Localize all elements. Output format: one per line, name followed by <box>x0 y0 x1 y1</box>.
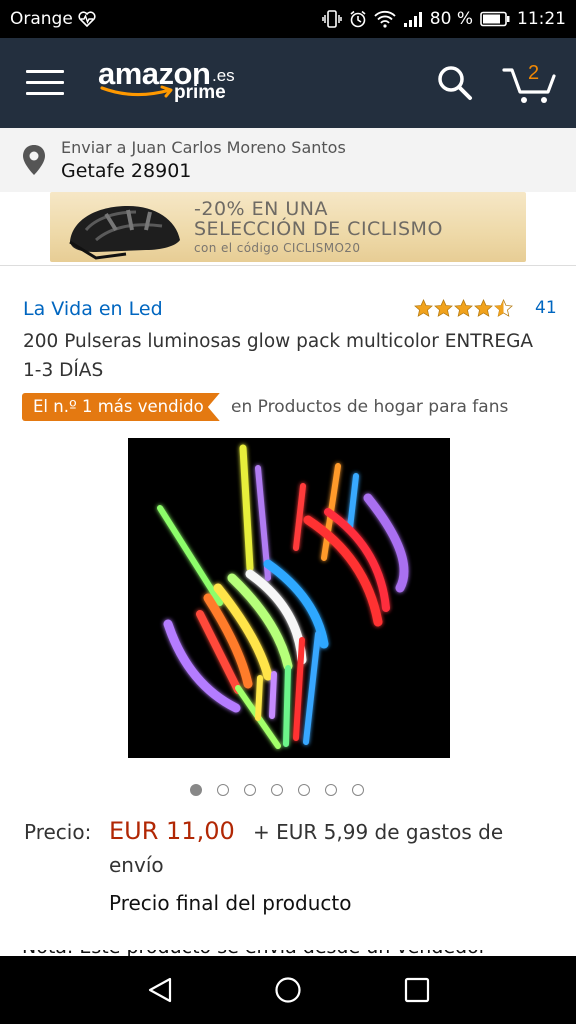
product-title: 200 Pulseras luminosas glow pack multico… <box>23 331 534 381</box>
price-label: Precio: <box>24 820 92 844</box>
final-price-note: Precio final del producto <box>109 891 352 915</box>
carousel-dot[interactable] <box>190 784 202 796</box>
delivery-address-bar[interactable]: Enviar a Juan Carlos Moreno Santos Getaf… <box>0 128 576 192</box>
divider <box>0 265 576 266</box>
best-seller-badge[interactable]: El n.º 1 más vendido <box>22 393 220 421</box>
best-seller-category[interactable]: en Productos de hogar para fans <box>231 394 508 420</box>
deliver-to-label: Enviar a Juan Carlos Moreno Santos <box>61 138 346 157</box>
brand-link[interactable]: La Vida en Led <box>23 298 163 320</box>
carousel-dot[interactable] <box>271 784 283 796</box>
carousel-dot[interactable] <box>352 784 364 796</box>
carousel-dot[interactable] <box>244 784 256 796</box>
star-rating <box>414 299 513 317</box>
android-nav-bar <box>0 956 576 1024</box>
shipping-cost-cont: envío <box>109 853 164 877</box>
search-icon[interactable] <box>436 64 474 106</box>
clock-time: 11:21 <box>517 9 566 29</box>
wifi-icon <box>374 10 396 28</box>
menu-icon[interactable] <box>26 70 64 98</box>
deliver-to-location: Getafe 28901 <box>61 160 192 182</box>
back-icon[interactable] <box>146 976 174 1008</box>
battery-icon <box>480 11 510 27</box>
app-header: amazon .es prime 2 <box>0 38 576 128</box>
glow-bracelets-image <box>157 444 409 749</box>
carousel-dot[interactable] <box>217 784 229 796</box>
rating-summary[interactable]: 41 <box>414 298 557 318</box>
star-half-icon <box>494 299 513 317</box>
alarm-icon <box>349 10 367 28</box>
banner-code: con el código CICLISMO20 <box>194 241 361 255</box>
carousel-dot[interactable] <box>325 784 337 796</box>
carrier-name: Orange <box>10 9 73 29</box>
star-full-icon <box>414 299 433 317</box>
status-bar: Orange 80 % 11:21 <box>0 0 576 38</box>
image-carousel-dots <box>190 784 364 796</box>
cart-button[interactable]: 2 <box>502 62 558 106</box>
star-full-icon <box>434 299 453 317</box>
heart-monitor-icon <box>78 11 96 27</box>
home-icon[interactable] <box>274 976 302 1008</box>
amazon-prime-logo[interactable]: amazon .es prime <box>98 56 248 108</box>
smile-arrow-icon <box>100 85 173 98</box>
logo-prime: prime <box>174 82 226 103</box>
promo-banner[interactable]: -20% EN UNA SELECCIÓN DE CICLISMO con el… <box>0 192 576 264</box>
star-full-icon <box>454 299 473 317</box>
banner-category: SELECCIÓN DE CICLISMO <box>194 218 443 240</box>
vibrate-icon <box>322 10 342 28</box>
battery-percent: 80 % <box>429 9 473 29</box>
carousel-dot[interactable] <box>298 784 310 796</box>
cart-count: 2 <box>528 62 540 84</box>
signal-icon <box>403 10 423 28</box>
product-image[interactable] <box>128 438 450 758</box>
shipping-cost: + EUR 5,99 de gastos de <box>253 820 504 844</box>
star-full-icon <box>474 299 493 317</box>
location-pin-icon <box>23 145 45 175</box>
bike-helmet-image <box>69 206 180 260</box>
price-value: EUR 11,00 <box>109 817 235 845</box>
rating-count: 41 <box>535 298 557 318</box>
banner-discount: -20% EN UNA <box>194 198 329 220</box>
recents-icon[interactable] <box>403 976 431 1008</box>
